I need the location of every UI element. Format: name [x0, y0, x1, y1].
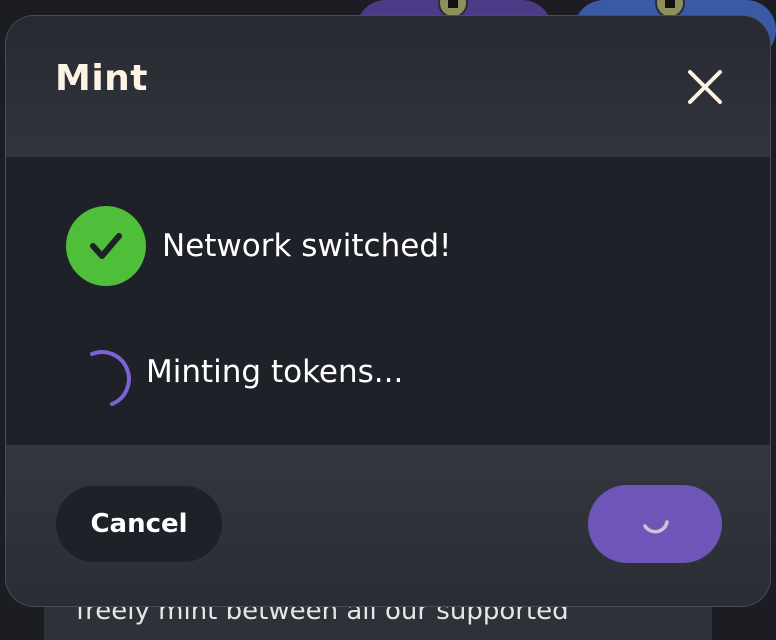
- mint-modal: Mint Network switched! Minting tokens...…: [6, 16, 770, 606]
- step-minting-tokens: Minting tokens...: [66, 332, 403, 412]
- modal-body: Network switched! Minting tokens...: [6, 157, 770, 445]
- cancel-button[interactable]: Cancel: [55, 485, 223, 563]
- success-badge: [66, 206, 146, 286]
- progress-indicator: [66, 332, 146, 412]
- modal-header: Mint: [6, 16, 770, 157]
- loading-spinner-icon: [643, 520, 669, 534]
- step-label: Network switched!: [162, 228, 452, 264]
- close-button[interactable]: [682, 64, 728, 110]
- step-network-switched: Network switched!: [66, 206, 451, 286]
- mint-submit-button[interactable]: [588, 485, 722, 563]
- modal-footer: Cancel: [6, 445, 770, 606]
- step-label: Minting tokens...: [146, 354, 404, 390]
- spinner-icon: [90, 350, 131, 406]
- modal-title: Mint: [55, 58, 149, 99]
- close-icon: [688, 70, 722, 104]
- check-icon: [90, 233, 122, 259]
